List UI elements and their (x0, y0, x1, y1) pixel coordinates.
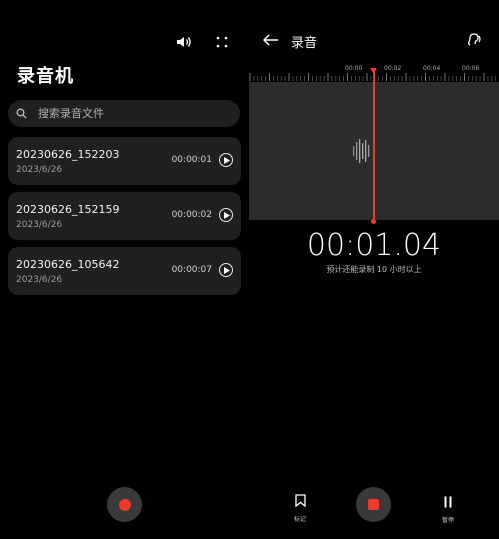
more-options-icon[interactable] (213, 33, 231, 51)
recording-name: 20230626_105642 (16, 258, 120, 271)
recording-item[interactable]: 20230626_105642 2023/6/26 00:00:07 (8, 247, 241, 295)
playhead[interactable] (373, 70, 375, 222)
ear-icon[interactable] (467, 32, 483, 51)
recording-date: 2023/6/26 (16, 275, 63, 285)
search-input[interactable] (36, 106, 230, 121)
recording-duration: 00:00:02 (171, 210, 212, 220)
top-icons (175, 33, 231, 51)
search-bar[interactable] (8, 100, 240, 127)
ruler-label: 00:02 (384, 65, 402, 72)
recording-name: 20230626_152203 (16, 148, 120, 161)
recording-duration: 00:00:01 (171, 155, 212, 165)
record-dot-icon (118, 498, 131, 511)
pause-label: 暂停 (441, 517, 454, 524)
bookmark-icon (294, 494, 306, 508)
recording-item[interactable]: 20230626_152203 2023/6/26 00:00:01 (8, 137, 241, 185)
recording-date: 2023/6/26 (16, 165, 63, 175)
play-icon[interactable] (219, 153, 233, 167)
app-title: 录音机 (17, 66, 74, 87)
record-button[interactable] (107, 487, 142, 522)
ruler-label: 00:04 (423, 65, 441, 72)
pause-icon (444, 496, 452, 508)
recording-date: 2023/6/26 (16, 220, 63, 230)
recorder-list-screen: 录音机 20230626_152203 2023/6/26 00:00:01 2… (0, 0, 249, 539)
play-icon[interactable] (219, 208, 233, 222)
recording-duration: 00:00:07 (171, 265, 212, 275)
search-icon (16, 106, 32, 122)
play-icon[interactable] (219, 263, 233, 277)
recording-screen: 录音 00:00 00:02 00:04 00:06 00:01.04 预计还能… (249, 0, 499, 539)
remaining-capacity: 预计还能录制 10 小时以上 (326, 265, 422, 274)
ruler-label: 00:06 (462, 65, 480, 72)
pause-button[interactable]: 暂停 (437, 493, 459, 524)
stop-button[interactable] (356, 487, 391, 522)
page-title: 录音 (291, 36, 318, 51)
elapsed-timer: 00:01.04 (306, 228, 442, 263)
ruler-label: 00:00 (345, 65, 363, 72)
mark-label: 标记 (293, 516, 306, 523)
stop-icon (368, 499, 379, 510)
recording-item[interactable]: 20230626_152159 2023/6/26 00:00:02 (8, 192, 241, 240)
playhead-dot (371, 219, 376, 224)
recording-name: 20230626_152159 (16, 203, 120, 216)
back-arrow-icon[interactable] (263, 31, 283, 49)
mark-button[interactable]: 标记 (290, 492, 310, 523)
speaker-icon[interactable] (175, 33, 193, 51)
recording-list: 20230626_152203 2023/6/26 00:00:01 20230… (8, 137, 241, 302)
